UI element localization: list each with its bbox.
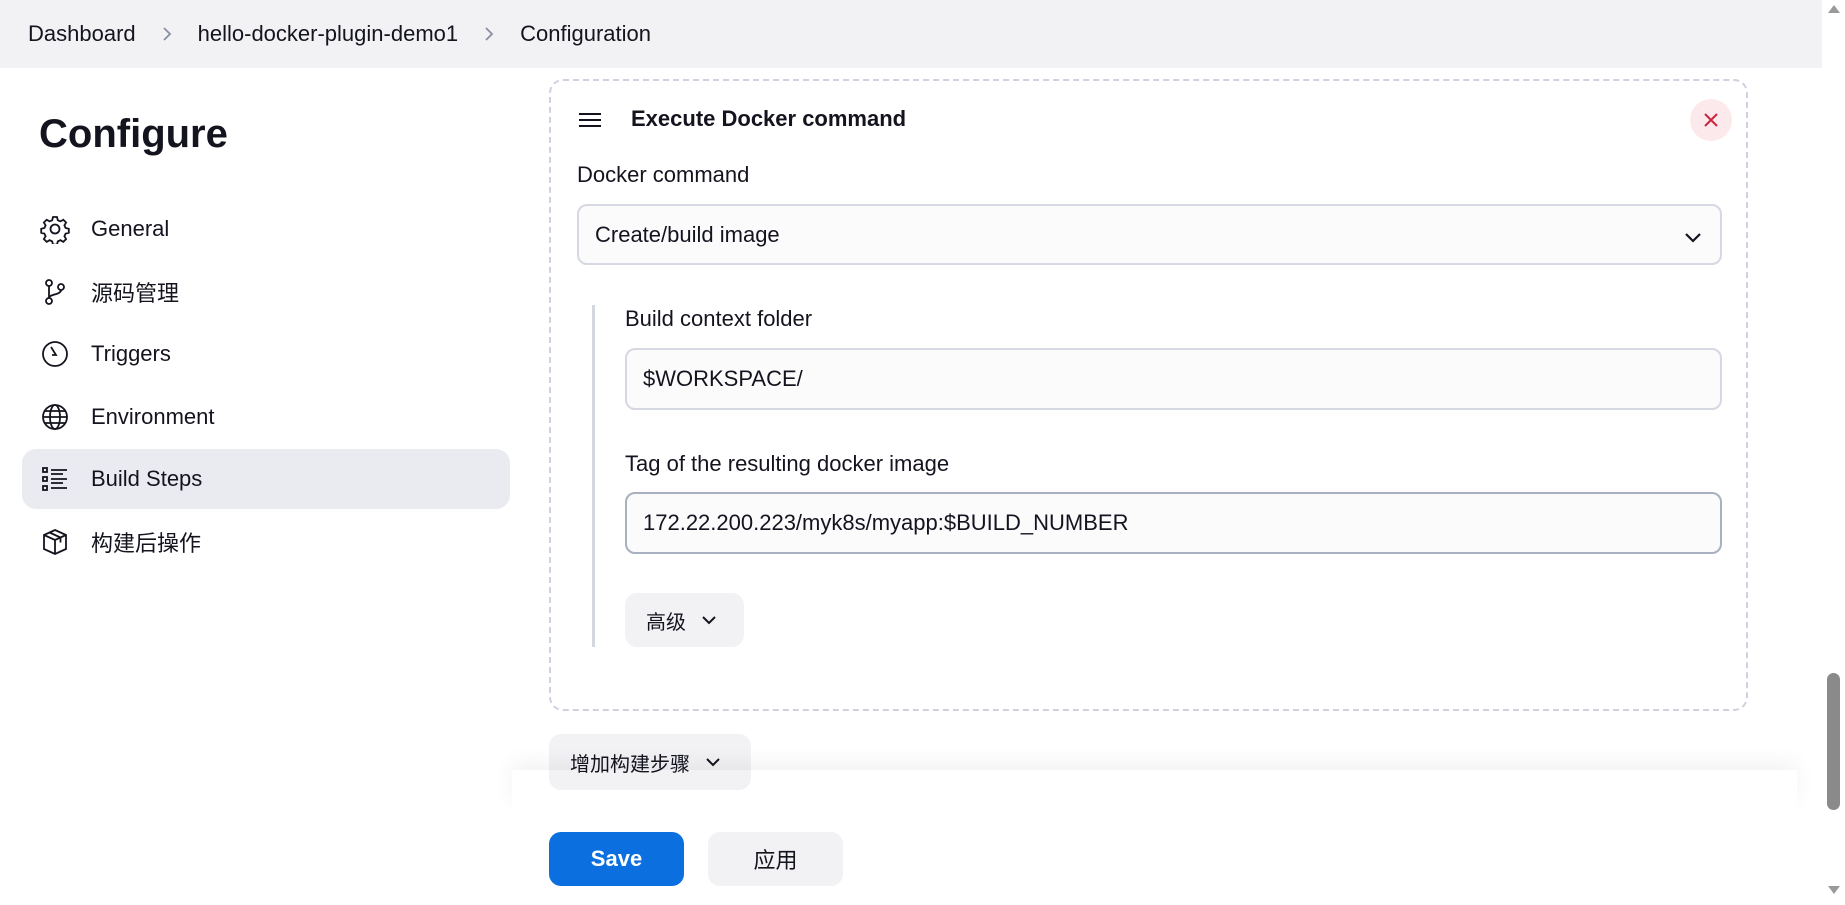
chevron-down-icon <box>706 758 720 767</box>
sidebar-item-general[interactable]: General <box>22 199 510 259</box>
page-title: Configure <box>39 112 228 156</box>
tag-value: 172.22.200.223/myk8s/myapp:$BUILD_NUMBER <box>643 510 1129 535</box>
tag-label: Tag of the resulting docker image <box>625 451 950 476</box>
branch-icon <box>39 276 71 308</box>
tag-input[interactable]: 172.22.200.223/myk8s/myapp:$BUILD_NUMBER <box>625 492 1722 554</box>
build-context-label: Build context folder <box>625 306 813 331</box>
breadcrumb-job[interactable]: hello-docker-plugin-demo1 <box>198 21 458 47</box>
scrollbar-thumb[interactable] <box>1827 673 1840 810</box>
scroll-down-arrow-icon[interactable] <box>1828 886 1840 894</box>
sidebar-item-environment[interactable]: Environment <box>22 387 510 447</box>
chevron-down-icon <box>1685 233 1701 243</box>
bottom-bar-shadow <box>512 770 1797 810</box>
breadcrumb-dashboard[interactable]: Dashboard <box>28 21 136 47</box>
breadcrumb: Dashboard hello-docker-plugin-demo1 Conf… <box>0 0 1822 68</box>
scrollbar[interactable] <box>1822 0 1845 905</box>
breadcrumb-configuration[interactable]: Configuration <box>520 21 651 47</box>
advanced-label: 高级 <box>646 611 686 634</box>
docker-command-select[interactable]: Create/build image <box>577 204 1722 265</box>
delete-step-button[interactable] <box>1690 99 1732 141</box>
advanced-button[interactable]: 高级 <box>625 593 744 647</box>
apply-button[interactable]: 应用 <box>708 832 843 886</box>
sidebar-item-label: Environment <box>91 403 215 429</box>
drag-handle-icon[interactable] <box>577 109 603 131</box>
step-title: Execute Docker command <box>631 106 907 131</box>
chevron-down-icon <box>702 616 716 625</box>
docker-command-label: Docker command <box>577 162 750 187</box>
build-step-card: Execute Docker command Docker command Cr… <box>549 79 1748 711</box>
sidebar-item-build-steps[interactable]: Build Steps <box>22 449 510 509</box>
clock-icon <box>39 338 71 370</box>
sidebar-item-label: Triggers <box>91 341 171 366</box>
docker-command-value: Create/build image <box>595 221 780 247</box>
build-context-input[interactable]: $WORKSPACE/ <box>625 348 1722 410</box>
save-button[interactable]: Save <box>549 832 684 886</box>
sidebar-nav: General 源码管理 Triggers Environment Build … <box>22 199 510 574</box>
list-icon <box>39 463 71 495</box>
build-context-value: $WORKSPACE/ <box>643 366 803 391</box>
package-icon <box>39 526 71 558</box>
sidebar-item-label: 构建后操作 <box>91 530 202 556</box>
sidebar-item-post-build[interactable]: 构建后操作 <box>22 512 510 572</box>
nested-indent-bar <box>592 305 595 647</box>
sidebar-item-label: 源码管理 <box>91 280 180 306</box>
scroll-up-arrow-icon[interactable] <box>1828 5 1840 13</box>
globe-icon <box>39 401 71 433</box>
sidebar-item-triggers[interactable]: Triggers <box>22 324 510 384</box>
sidebar-item-scm[interactable]: 源码管理 <box>22 262 510 322</box>
sidebar-item-label: Build Steps <box>91 466 203 491</box>
chevron-right-icon <box>158 25 176 43</box>
chevron-right-icon <box>480 25 498 43</box>
sidebar-item-label: General <box>91 216 170 241</box>
close-icon <box>1704 113 1718 127</box>
gear-icon <box>39 213 71 245</box>
